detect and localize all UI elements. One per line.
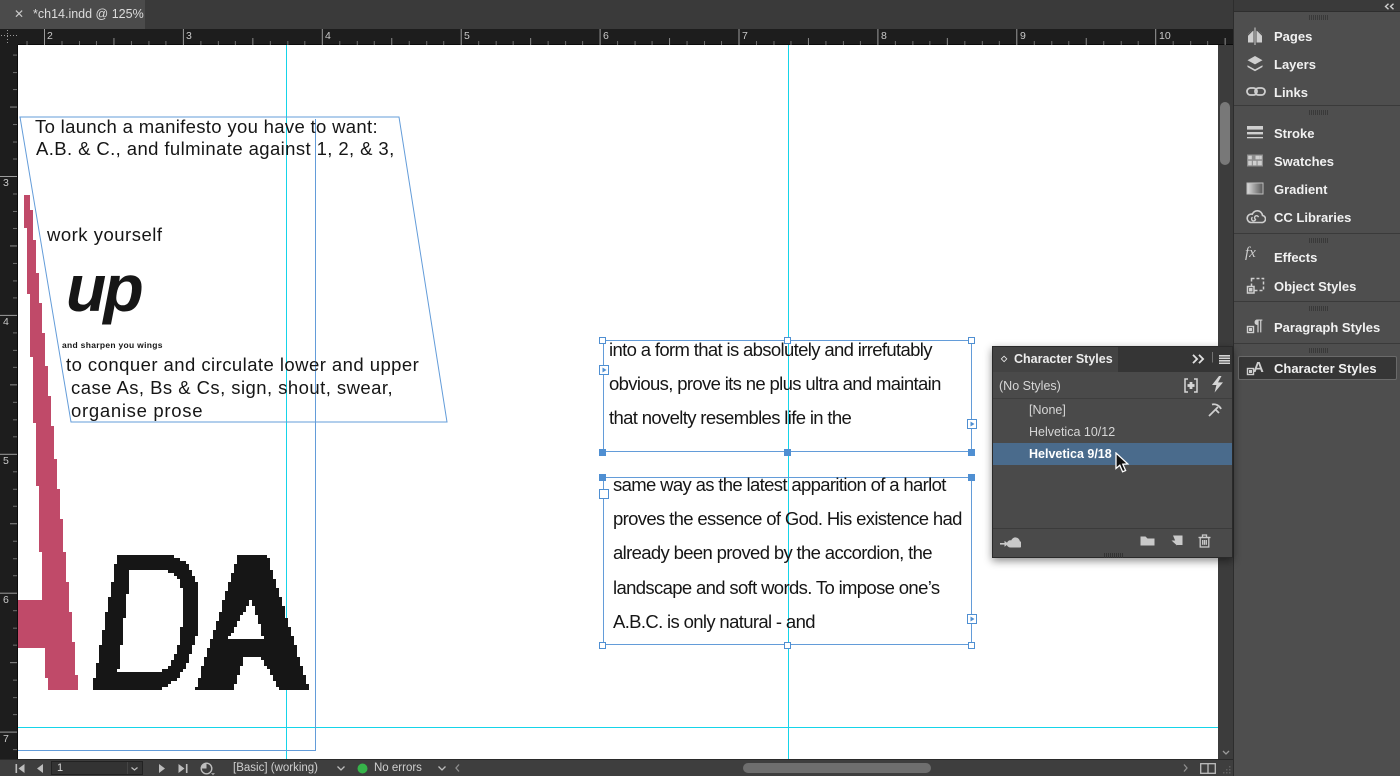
svg-text:A: A	[1253, 359, 1264, 376]
svg-text:¶: ¶	[1254, 318, 1263, 335]
